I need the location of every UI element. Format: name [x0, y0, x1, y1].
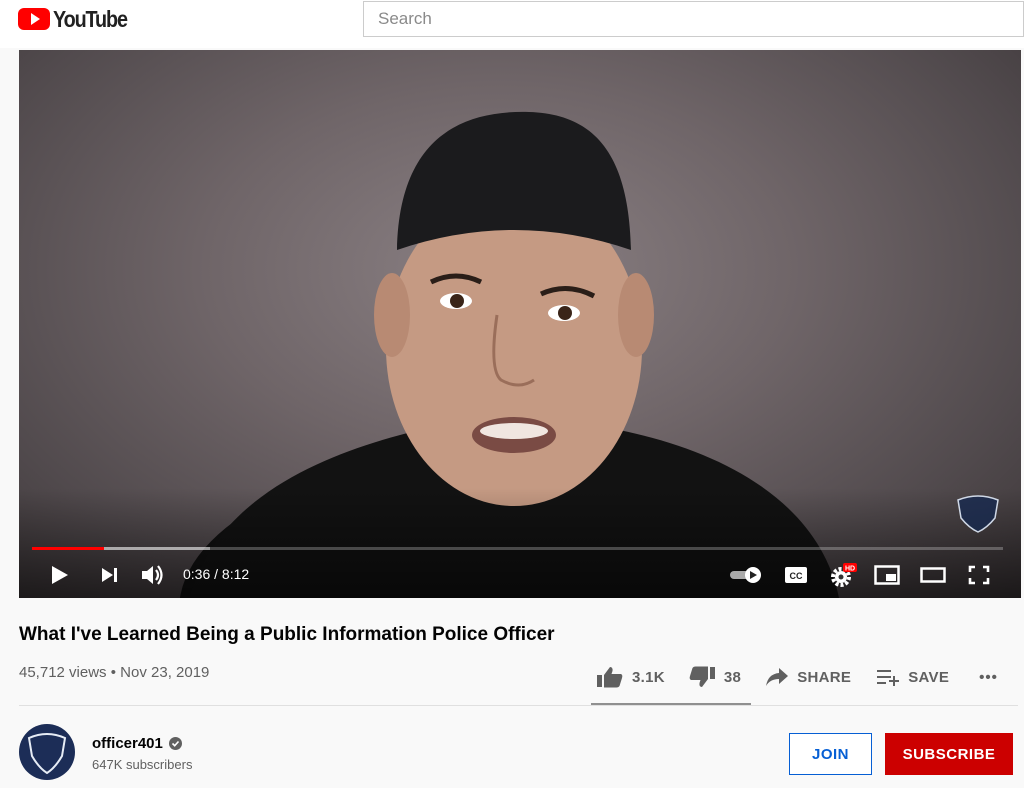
masthead: YouTube: [0, 0, 1024, 48]
divider: [19, 705, 1018, 706]
like-button[interactable]: 3.1K: [596, 660, 665, 694]
captions-button[interactable]: CC: [784, 562, 808, 588]
hd-badge: HD: [845, 566, 855, 573]
more-icon: •••: [979, 668, 998, 686]
miniplayer-icon: [874, 565, 900, 585]
verified-icon: [168, 737, 182, 750]
subscriber-count: 647K subscribers: [92, 757, 193, 772]
fullscreen-icon: [968, 565, 990, 585]
play-button[interactable]: [49, 562, 71, 588]
volume-icon: [142, 565, 163, 585]
autoplay-toggle[interactable]: [728, 562, 764, 588]
more-actions-button[interactable]: •••: [979, 660, 998, 694]
youtube-logo[interactable]: YouTube: [18, 5, 139, 32]
view-count: 45,712 views: [19, 664, 107, 681]
video-actions: 3.1K 38 SHARE SAVE •••: [596, 660, 998, 694]
thumbs-up-icon: [597, 667, 623, 688]
video-meta: 45,712 views • Nov 23, 2019: [19, 664, 209, 681]
channel-avatar-logo: [27, 733, 67, 775]
settings-icon: HD: [831, 563, 857, 587]
video-title: What I've Learned Being a Public Informa…: [19, 624, 555, 645]
meta-separator: •: [110, 664, 116, 681]
channel-watermark[interactable]: [955, 494, 1001, 534]
played-bar: [32, 547, 104, 550]
subscribe-button[interactable]: SUBSCRIBE: [885, 733, 1013, 775]
channel-name-row[interactable]: officer401: [92, 735, 182, 752]
dislike-count: 38: [723, 668, 742, 686]
save-button[interactable]: SAVE: [876, 660, 949, 694]
channel-avatar[interactable]: [19, 724, 75, 780]
theater-mode-button[interactable]: [919, 562, 947, 588]
save-label: SAVE: [908, 668, 950, 686]
logo-text: YouTube: [53, 5, 128, 32]
next-icon: [102, 568, 117, 582]
share-icon: [766, 668, 789, 686]
progress-bar[interactable]: [32, 547, 1003, 550]
youtube-logo-icon: [18, 8, 50, 30]
save-playlist-icon: [877, 670, 900, 686]
theater-mode-icon: [920, 567, 946, 583]
svg-text:CC: CC: [790, 571, 803, 581]
search-input[interactable]: [363, 1, 1024, 37]
like-count: 3.1K: [632, 668, 665, 686]
settings-button[interactable]: HD: [829, 562, 857, 588]
dislike-button[interactable]: 38: [688, 660, 741, 694]
join-button[interactable]: JOIN: [789, 733, 872, 775]
share-button[interactable]: SHARE: [765, 660, 851, 694]
miniplayer-button[interactable]: [873, 562, 901, 588]
autoplay-toggle-icon: [730, 567, 761, 583]
captions-icon: CC: [785, 567, 807, 583]
share-label: SHARE: [797, 668, 852, 686]
thumbs-down-icon: [689, 666, 715, 687]
time-display: 0:36 / 8:12: [183, 566, 250, 582]
mute-button[interactable]: [140, 562, 166, 588]
upload-date: Nov 23, 2019: [120, 664, 210, 681]
channel-name[interactable]: officer401: [92, 735, 163, 752]
play-icon: [52, 566, 68, 584]
next-button[interactable]: [99, 562, 121, 588]
player-controls: 0:36 / 8:12 CC HD: [19, 558, 1021, 592]
fullscreen-button[interactable]: [967, 562, 991, 588]
video-player[interactable]: 0:36 / 8:12 CC HD: [19, 50, 1021, 598]
